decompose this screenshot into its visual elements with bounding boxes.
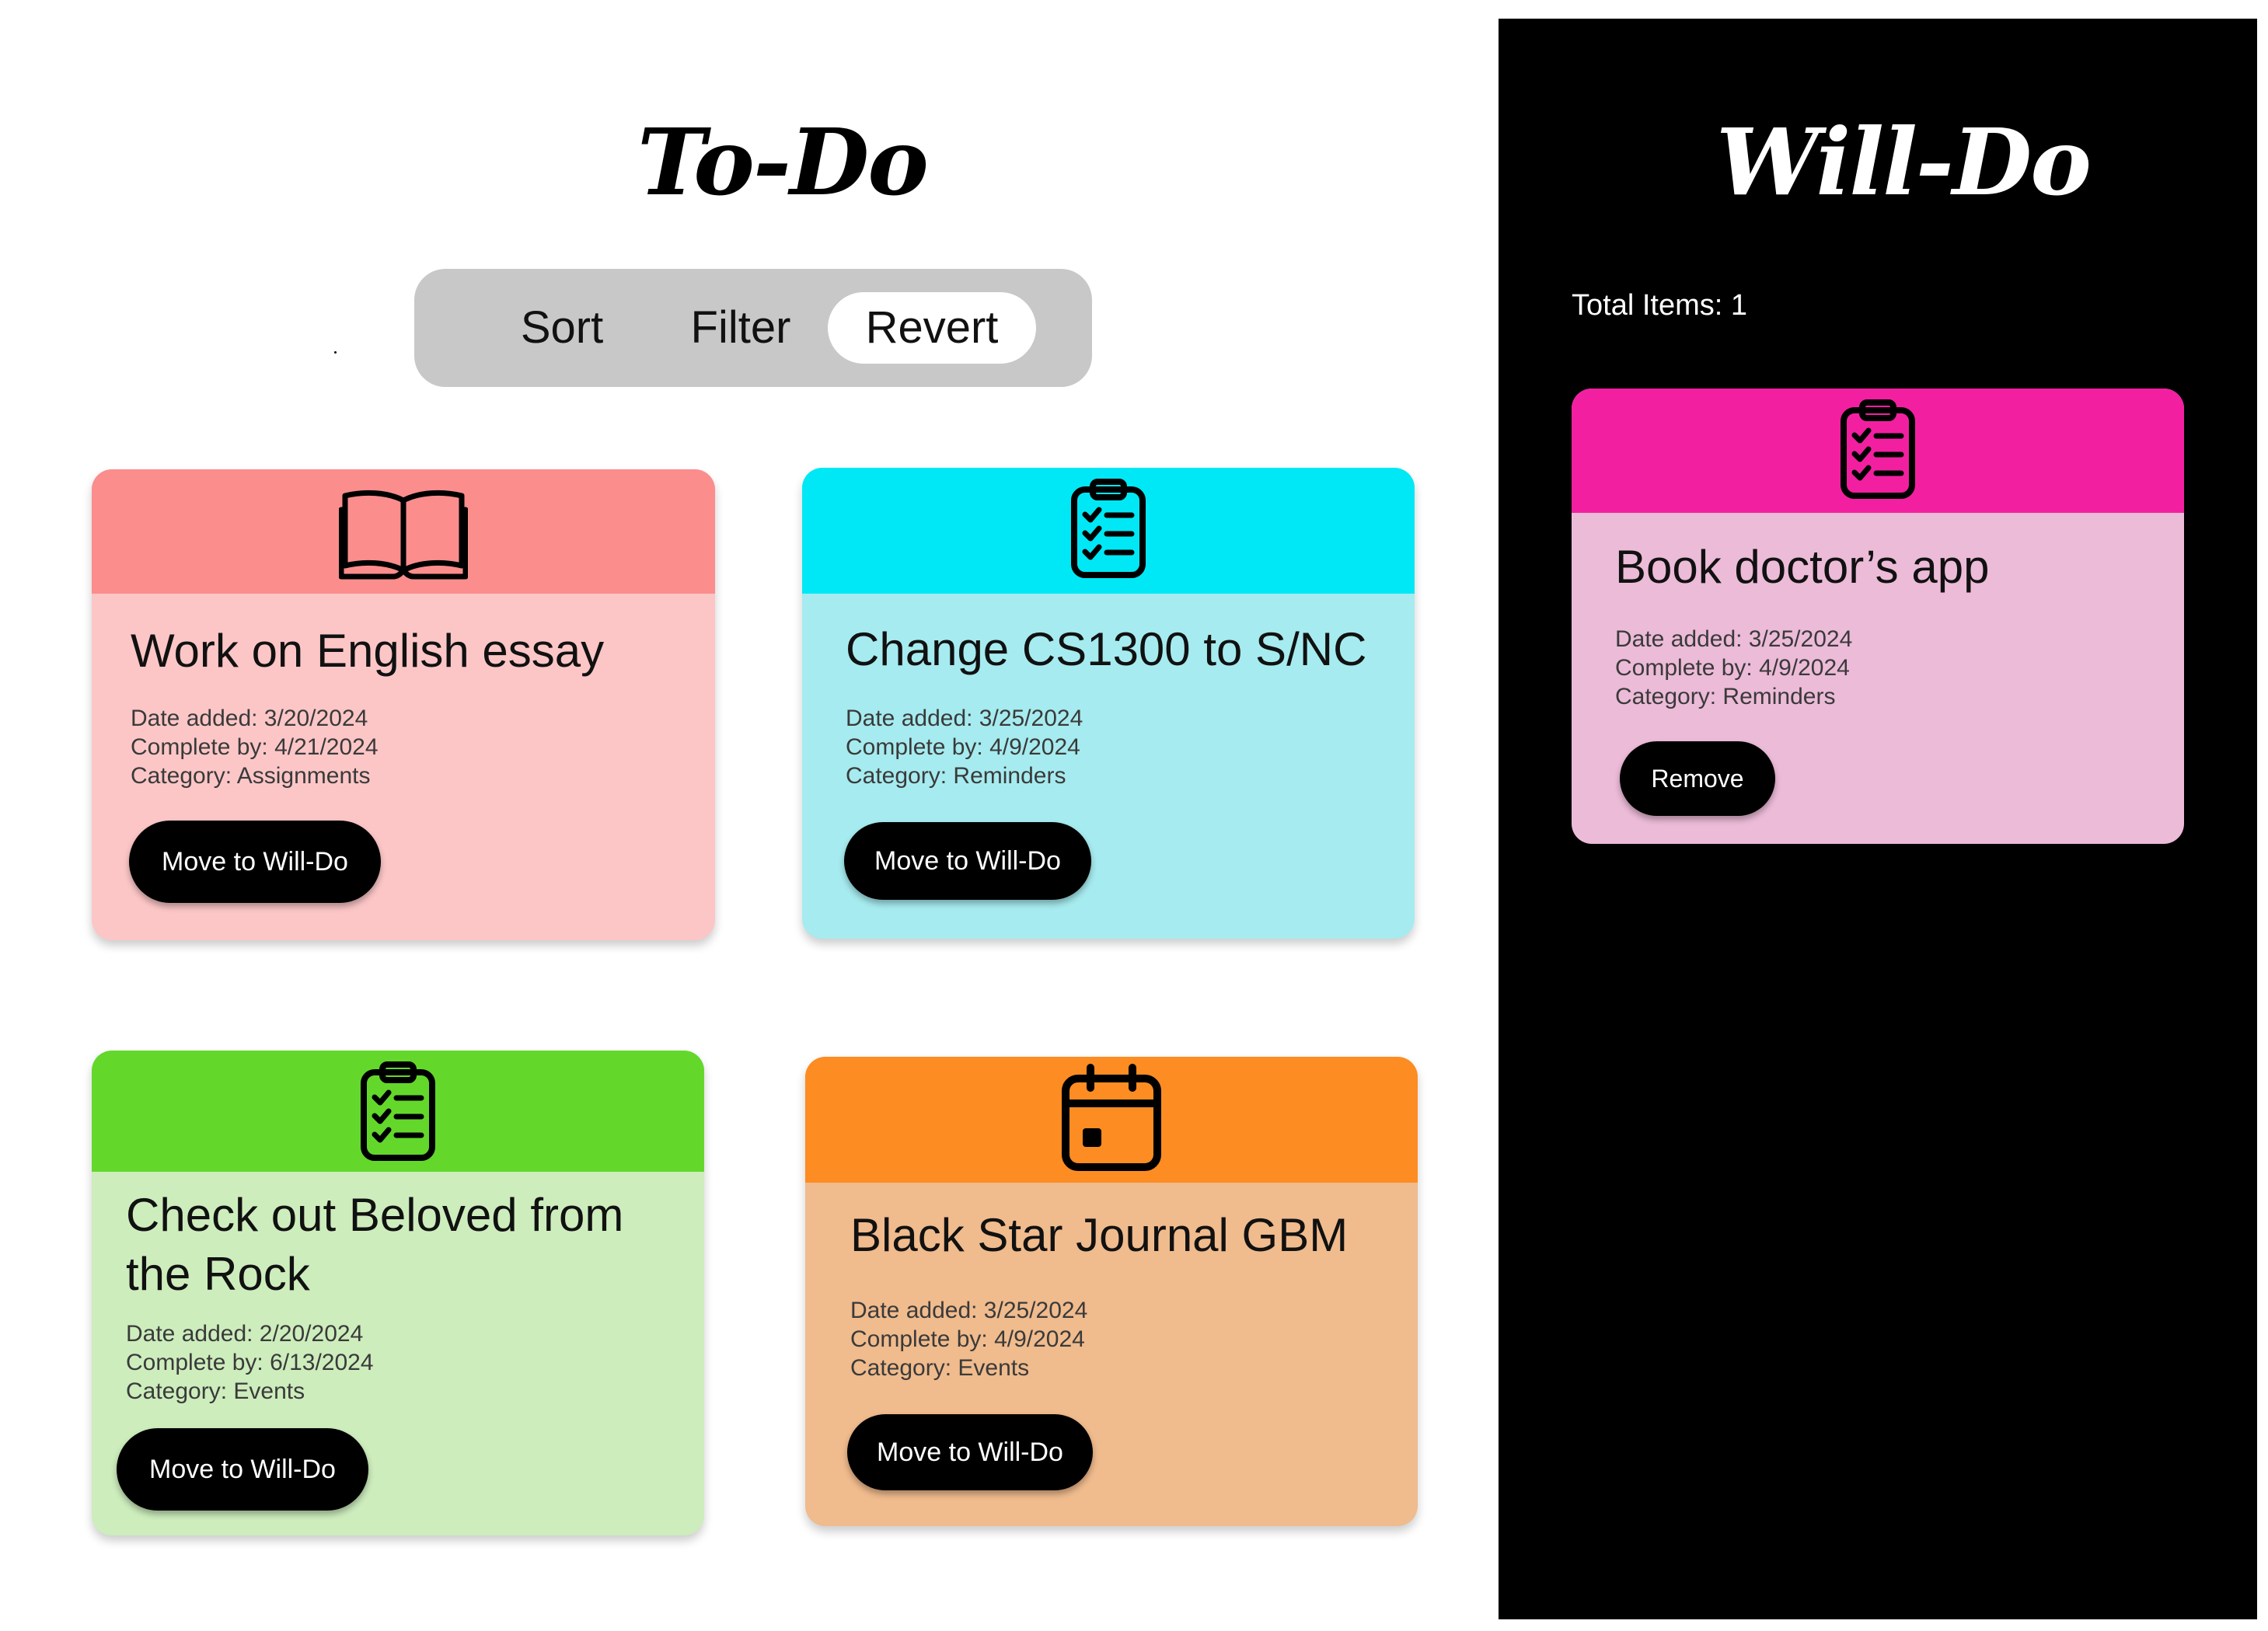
todo-card: Black Star Journal GBM Date added: 3/25/… [805, 1057, 1418, 1526]
date-added: Date added: 3/25/2024 [850, 1298, 1088, 1323]
card-header [802, 468, 1415, 594]
category: Category: Events [850, 1355, 1030, 1381]
sort-button[interactable]: Sort [484, 292, 640, 364]
card-title-line: Check out Beloved from [126, 1189, 624, 1241]
total-items: Total Items: 1 [1572, 289, 1747, 322]
card-meta: Date added: 3/20/2024 Complete by: 4/21/… [131, 704, 379, 790]
toolbar: Sort Filter Revert [414, 269, 1092, 387]
clipboard-checklist-icon [1839, 399, 1917, 500]
remove-button[interactable]: Remove [1620, 741, 1775, 816]
category: Category: Assignments [131, 763, 371, 789]
category: Category: Reminders [846, 763, 1066, 789]
todo-card: Check out Beloved from the Rock Date add… [92, 1051, 704, 1535]
move-to-will-do-button[interactable]: Move to Will-Do [844, 822, 1091, 900]
card-title: Check out Beloved from the Rock [126, 1186, 623, 1304]
date-added: Date added: 3/25/2024 [846, 706, 1083, 731]
filter-button[interactable]: Filter [647, 292, 834, 364]
complete-by: Complete by: 6/13/2024 [126, 1350, 374, 1375]
card-meta: Date added: 2/20/2024 Complete by: 6/13/… [126, 1319, 374, 1406]
todo-card: Work on English essay Date added: 3/20/2… [92, 469, 715, 940]
complete-by: Complete by: 4/9/2024 [1615, 655, 1850, 681]
date-added: Date added: 2/20/2024 [126, 1321, 364, 1347]
card-meta: Date added: 3/25/2024 Complete by: 4/9/2… [850, 1296, 1087, 1382]
complete-by: Complete by: 4/9/2024 [846, 734, 1080, 760]
card-title: Black Star Journal GBM [850, 1209, 1349, 1261]
category: Category: Reminders [1615, 684, 1836, 709]
move-to-will-do-button[interactable]: Move to Will-Do [847, 1414, 1093, 1490]
move-to-will-do-button[interactable]: Move to Will-Do [117, 1428, 368, 1511]
clipboard-checklist-icon [1069, 479, 1147, 580]
willdo-card: Book doctor’s app Date added: 3/25/2024 … [1572, 389, 2184, 844]
card-meta: Date added: 3/25/2024 Complete by: 4/9/2… [1615, 625, 1852, 711]
complete-by: Complete by: 4/21/2024 [131, 734, 379, 760]
clipboard-checklist-icon [359, 1061, 437, 1162]
stray-dot [334, 351, 337, 354]
category: Category: Events [126, 1378, 305, 1404]
complete-by: Complete by: 4/9/2024 [850, 1326, 1085, 1352]
card-header [92, 469, 715, 594]
todo-card: Change CS1300 to S/NC Date added: 3/25/2… [802, 468, 1415, 939]
book-icon [339, 490, 468, 580]
revert-button[interactable]: Revert [828, 292, 1036, 364]
calendar-icon [1062, 1064, 1161, 1171]
date-added: Date added: 3/25/2024 [1615, 626, 1853, 652]
todo-title: To-Do [637, 108, 929, 216]
card-title-line: the Rock [126, 1248, 310, 1300]
card-meta: Date added: 3/25/2024 Complete by: 4/9/2… [846, 704, 1083, 790]
move-to-will-do-button[interactable]: Move to Will-Do [129, 821, 381, 903]
card-title: Change CS1300 to S/NC [846, 623, 1367, 675]
card-title: Work on English essay [131, 625, 605, 677]
card-title: Book doctor’s app [1615, 541, 1990, 593]
date-added: Date added: 3/20/2024 [131, 706, 368, 731]
card-header [92, 1051, 704, 1172]
card-header [805, 1057, 1418, 1183]
card-header [1572, 389, 2184, 513]
willdo-title: Will-Do [1716, 108, 2092, 216]
